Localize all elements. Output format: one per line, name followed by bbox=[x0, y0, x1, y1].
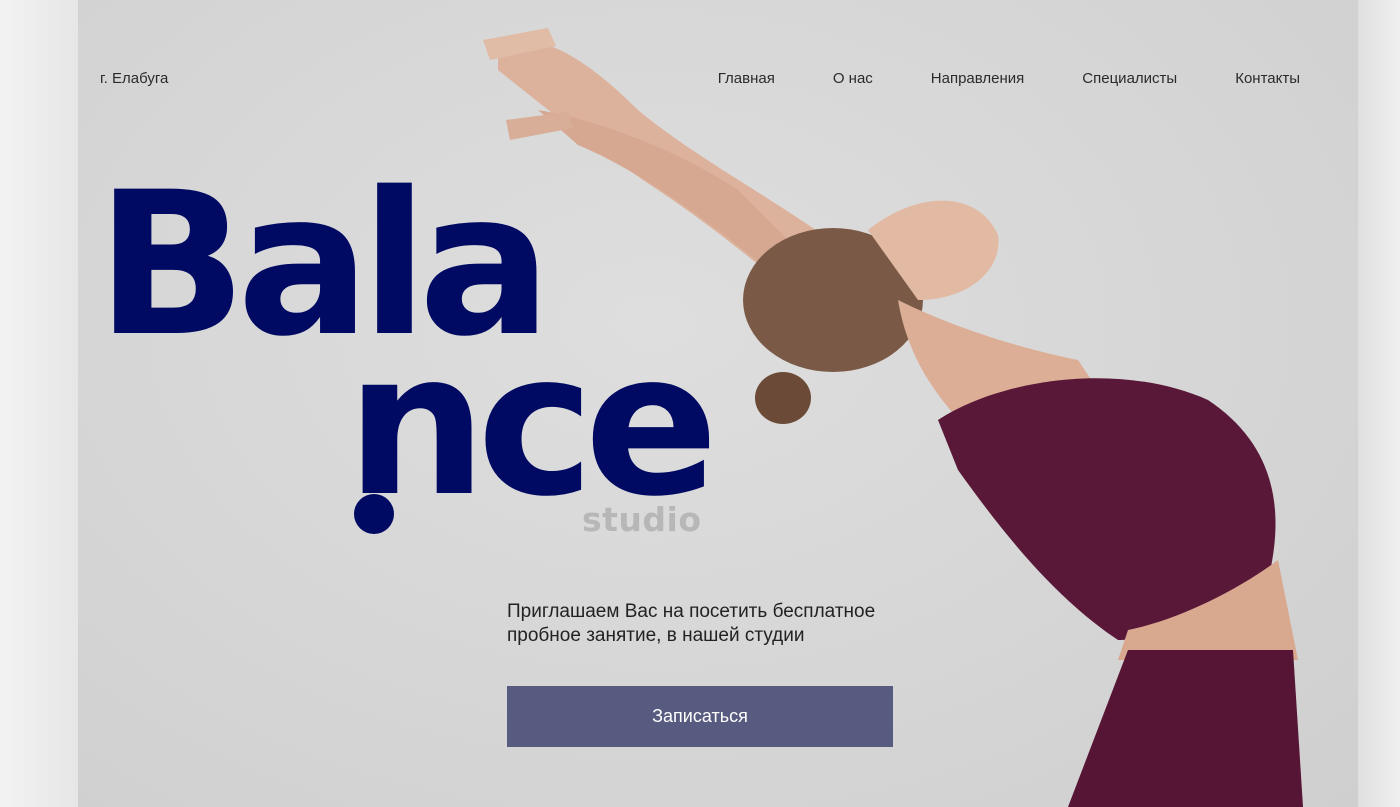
nav-item-directions[interactable]: Направления bbox=[931, 70, 1025, 87]
main-nav: Главная О нас Направления Специалисты Ко… bbox=[718, 70, 1300, 87]
signup-button[interactable]: Записаться bbox=[507, 686, 893, 747]
brand-logo-dot bbox=[354, 494, 394, 534]
nav-item-home[interactable]: Главная bbox=[718, 70, 775, 87]
nav-item-specialists[interactable]: Специалисты bbox=[1082, 70, 1177, 87]
brand-logo: Bala nce bbox=[96, 166, 719, 524]
brand-subtitle: studio bbox=[582, 500, 702, 539]
invite-text: Приглашаем Вас на посетить бесплатное пр… bbox=[507, 601, 876, 646]
city-label: г. Елабуга bbox=[100, 70, 169, 87]
page-margin-left bbox=[0, 0, 78, 807]
nav-item-about[interactable]: О нас bbox=[833, 70, 873, 87]
nav-item-contacts[interactable]: Контакты bbox=[1235, 70, 1300, 87]
